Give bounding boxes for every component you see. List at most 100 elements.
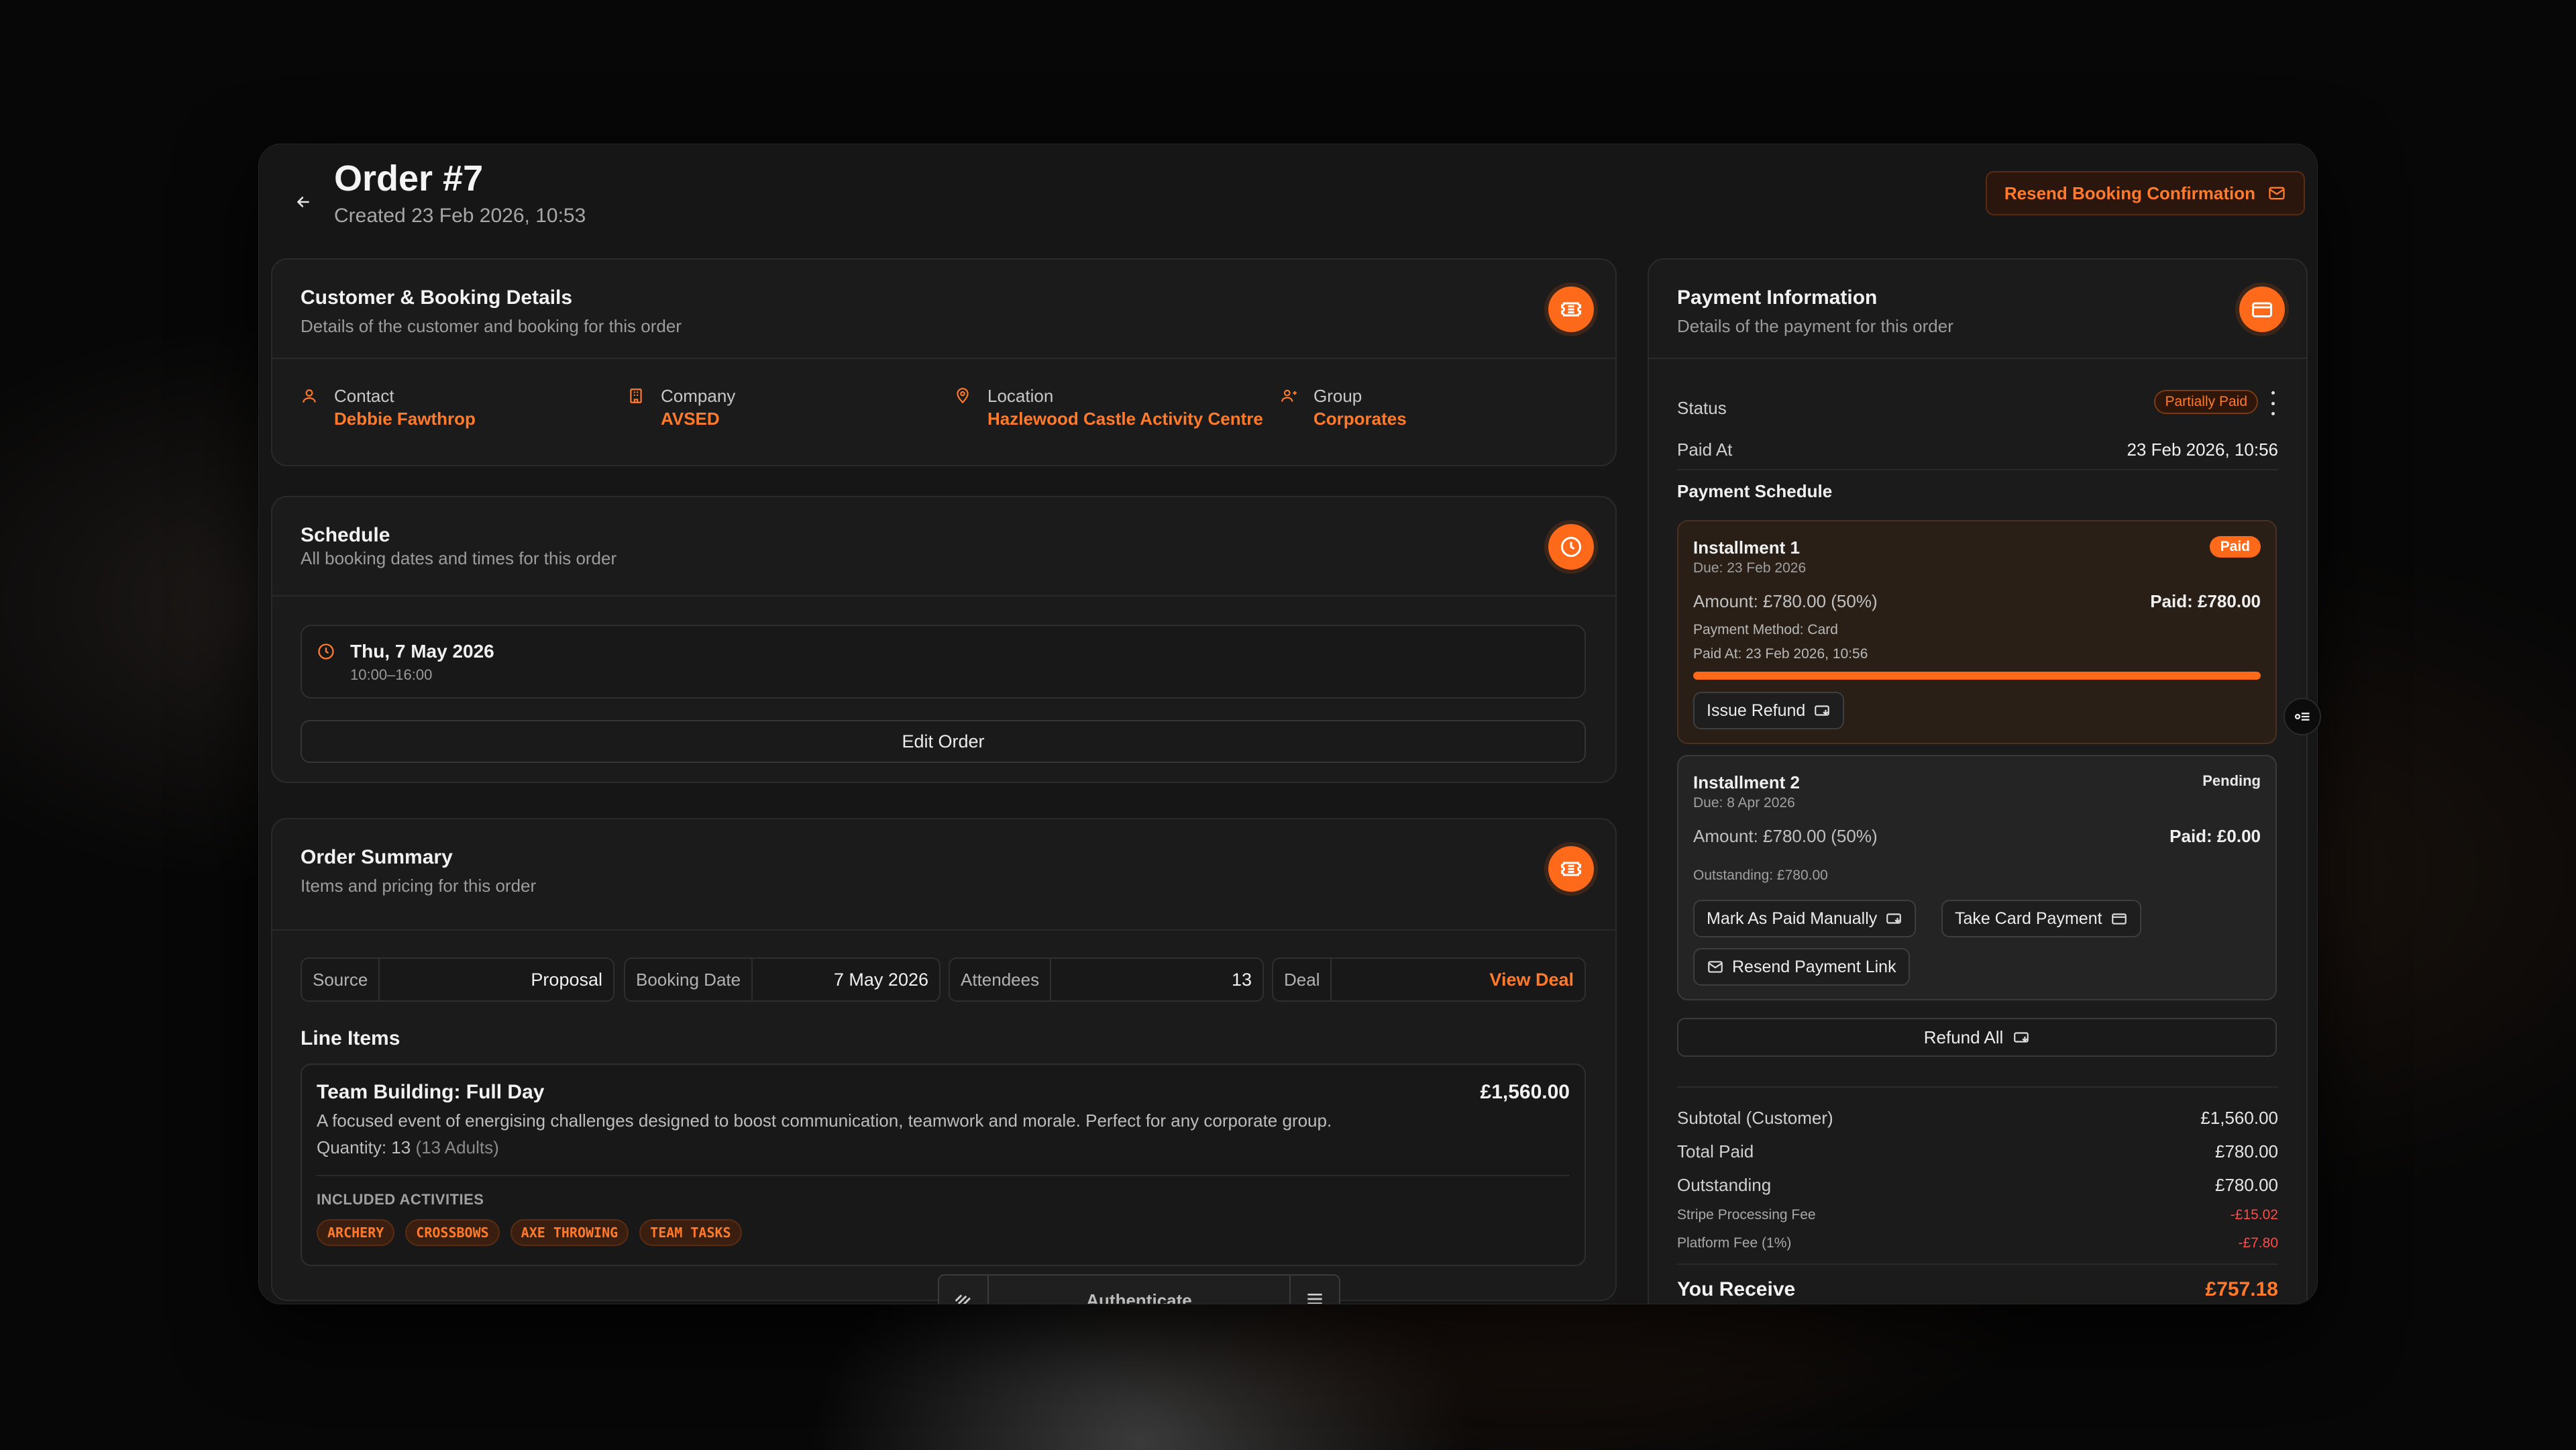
credit-card-icon <box>2239 287 2285 332</box>
subtotal-row: Subtotal (Customer) £1,560.00 <box>1677 1108 2278 1129</box>
clock-icon <box>1548 524 1594 570</box>
line-item-name: Team Building: Full Day <box>317 1081 545 1103</box>
activity-tag: AXE THROWING <box>510 1219 629 1246</box>
activity-tags: ARCHERY CROSSBOWS AXE THROWING TEAM TASK… <box>317 1219 742 1246</box>
attendees-field: Attendees 13 <box>949 957 1264 1002</box>
schedule-entry[interactable]: Thu, 7 May 2026 10:00–16:00 <box>301 625 1586 698</box>
schedule-time: 10:00–16:00 <box>350 666 433 683</box>
you-receive-row: You Receive £757.18 <box>1677 1278 2278 1301</box>
line-item-price: £1,560.00 <box>1480 1081 1570 1103</box>
installment-name: Installment 1 <box>1693 537 1800 558</box>
booking-date-label: Booking Date <box>625 959 753 1000</box>
stripe-fee-value: -£15.02 <box>2230 1207 2278 1223</box>
platform-fee-label: Platform Fee (1%) <box>1677 1235 1792 1251</box>
you-receive-value: £757.18 <box>2205 1278 2278 1300</box>
total-paid-row: Total Paid £780.00 <box>1677 1141 2278 1162</box>
schedule-card-header: Schedule All booking dates and times for… <box>272 497 1615 597</box>
total-paid-label: Total Paid <box>1677 1141 1754 1161</box>
subtotal-label: Subtotal (Customer) <box>1677 1108 1833 1128</box>
refund-icon <box>2014 1032 2029 1043</box>
more-options-icon[interactable] <box>2266 391 2279 415</box>
schedule-date: Thu, 7 May 2026 <box>350 641 494 662</box>
total-paid-value: £780.00 <box>2215 1141 2278 1161</box>
mail-icon <box>2269 187 2285 200</box>
back-button[interactable] <box>283 182 323 222</box>
activity-tag: CROSSBOWS <box>405 1219 500 1246</box>
location-link[interactable]: Hazlewood Castle Activity Centre <box>987 409 1263 429</box>
divider <box>1677 469 2278 470</box>
credit-card-icon <box>2111 913 2127 925</box>
attendees-label: Attendees <box>950 959 1052 1000</box>
paid-at-label: Paid At <box>1677 439 1733 460</box>
authenticate-bar[interactable]: Authenticate <box>938 1274 1340 1304</box>
location-label: Location <box>987 386 1054 406</box>
list-settings-icon <box>2294 713 2310 721</box>
customer-card-header: Customer & Booking Details Details of th… <box>272 260 1615 359</box>
refund-all-button[interactable]: Refund All <box>1677 1018 2277 1057</box>
building-icon <box>630 389 642 403</box>
line-item-quantity: Quantity: 13 (13 Adults) <box>317 1137 499 1158</box>
customer-card-subtitle: Details of the customer and booking for … <box>301 316 682 336</box>
divider <box>1677 1086 2278 1088</box>
resend-link-label: Resend Payment Link <box>1732 957 1896 976</box>
installment-paid: Paid: £0.00 <box>2169 826 2261 846</box>
authenticate-label: Authenticate <box>1086 1290 1192 1304</box>
order-summary-title: Order Summary <box>301 846 453 868</box>
arrow-left-icon <box>297 197 309 207</box>
installment-due: Due: 8 Apr 2026 <box>1693 795 1795 811</box>
edit-order-button[interactable]: Edit Order <box>301 720 1586 763</box>
line-item-divider <box>317 1175 1570 1176</box>
clock-small-icon <box>318 643 334 660</box>
order-summary-header: Order Summary Items and pricing for this… <box>272 819 1615 931</box>
installment-paid-at: Paid At: 23 Feb 2026, 10:56 <box>1693 646 1868 662</box>
quantity-text: Quantity: 13 <box>317 1137 411 1157</box>
payment-card-subtitle: Details of the payment for this order <box>1677 316 1953 336</box>
contact-link[interactable]: Debbie Fawthrop <box>334 409 476 429</box>
users-icon <box>1281 389 1297 402</box>
installment-due: Due: 23 Feb 2026 <box>1693 560 1807 576</box>
subtotal-value: £1,560.00 <box>2200 1108 2278 1128</box>
company-label: Company <box>661 386 736 406</box>
stripe-fee-label: Stripe Processing Fee <box>1677 1207 1816 1223</box>
customer-info-grid: Contact Debbie Fawthrop Company AVSED Lo… <box>301 386 1589 433</box>
outstanding-value: £780.00 <box>2215 1175 2278 1195</box>
installment-progress <box>1693 672 2261 680</box>
issue-refund-label: Issue Refund <box>1707 701 1806 720</box>
paid-at-row: Paid At 23 Feb 2026, 10:56 <box>1677 439 2278 460</box>
payment-card: Payment Information Details of the payme… <box>1648 258 2308 1304</box>
schedule-card-title: Schedule <box>301 524 390 546</box>
issue-refund-button[interactable]: Issue Refund <box>1693 692 1845 729</box>
resend-booking-confirmation-button[interactable]: Resend Booking Confirmation <box>1985 171 2305 215</box>
menu-icon[interactable] <box>1289 1276 1339 1304</box>
group-link[interactable]: Corporates <box>1313 409 1407 429</box>
source-label: Source <box>302 959 380 1000</box>
paid-badge: Paid <box>2209 536 2261 558</box>
source-field: Source Proposal <box>301 957 614 1002</box>
installment-outstanding: Outstanding: £780.00 <box>1693 868 1828 883</box>
stripe-fee-row: Stripe Processing Fee -£15.02 <box>1677 1207 2278 1223</box>
mark-as-paid-button[interactable]: Mark As Paid Manually <box>1693 900 1917 937</box>
mark-paid-label: Mark As Paid Manually <box>1707 909 1878 928</box>
payment-card-title: Payment Information <box>1677 287 1878 309</box>
schedule-card: Schedule All booking dates and times for… <box>271 496 1617 783</box>
contact-label: Contact <box>334 386 394 406</box>
quantity-detail: (13 Adults) <box>415 1137 499 1157</box>
payment-schedule-heading: Payment Schedule <box>1677 481 1833 501</box>
view-deal-link[interactable]: View Deal <box>1489 959 1574 1000</box>
take-card-payment-button[interactable]: Take Card Payment <box>1941 900 2141 937</box>
company-link[interactable]: AVSED <box>661 409 720 429</box>
order-summary-card: Order Summary Items and pricing for this… <box>271 818 1617 1301</box>
resend-payment-link-button[interactable]: Resend Payment Link <box>1693 948 1910 986</box>
page-subtitle: Created 23 Feb 2026, 10:53 <box>334 205 586 227</box>
deal-label: Deal <box>1273 959 1332 1000</box>
attendees-value: 13 <box>1231 969 1252 990</box>
paid-at-value: 23 Feb 2026, 10:56 <box>2127 439 2278 460</box>
installment-2-card: Installment 2 Pending Due: 8 Apr 2026 Am… <box>1677 755 2277 1000</box>
line-item-description: A focused event of energising challenges… <box>317 1110 1332 1131</box>
order-window: Order #7 Created 23 Feb 2026, 10:53 Rese… <box>258 144 2318 1304</box>
mail-icon <box>1708 961 1723 973</box>
installment-name: Installment 2 <box>1693 772 1800 792</box>
refund-icon <box>1815 705 1830 716</box>
installment-paid: Paid: £780.00 <box>2150 591 2261 611</box>
floating-tool-button[interactable] <box>2284 698 2321 735</box>
